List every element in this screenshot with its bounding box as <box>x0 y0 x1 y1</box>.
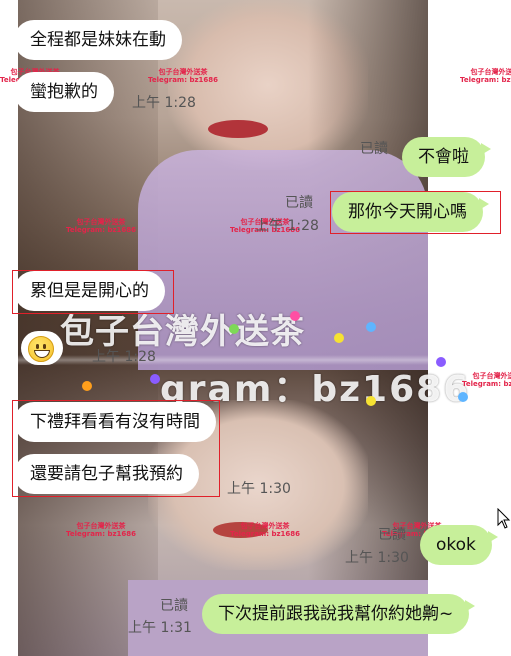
message-time: 上午 1:28 <box>132 95 196 111</box>
message-time: 上午 1:30 <box>227 481 291 497</box>
decor-dot <box>334 333 344 343</box>
incoming-message-bubble[interactable]: 全程都是妹妹在動 <box>8 20 182 60</box>
decor-dot <box>436 357 446 367</box>
outgoing-message-bubble[interactable]: okok <box>420 525 498 565</box>
watermark-small: 包子台灣外送茶Telegram: bz1686 <box>230 522 301 538</box>
watermark-small: 包子台灣外送茶Telegram: bz1686 <box>148 68 219 84</box>
highlight-box <box>330 191 501 234</box>
emoji-message-bubble[interactable] <box>21 331 63 365</box>
chat-screen: 包子台灣外送茶 gram：bz1686 包子台灣外送茶 Telegram: bz1… <box>0 0 511 656</box>
read-receipt: 已讀 <box>378 527 406 543</box>
message-time: 上午 1:28 <box>255 218 319 234</box>
watermark-small: 包子台灣外送茶Telegram: bz1686 <box>66 218 137 234</box>
watermark-small: 包子台灣外送茶Telegram: bz1686 <box>66 522 137 538</box>
watermark-small: 包子台灣外送茶Telegram: bz1686 <box>462 372 511 388</box>
message-time: 上午 1:30 <box>345 550 409 566</box>
decor-dot <box>150 374 160 384</box>
message-time: 上午 1:31 <box>128 620 192 636</box>
incoming-message-bubble[interactable]: 蠻抱歉的 <box>14 72 114 112</box>
mouse-cursor-icon <box>497 508 511 529</box>
outgoing-message-bubble[interactable]: 不會啦 <box>402 137 491 177</box>
decor-dot <box>366 322 376 332</box>
highlight-box <box>12 400 220 497</box>
read-receipt: 已讀 <box>360 141 388 157</box>
read-receipt: 已讀 <box>285 195 313 211</box>
outgoing-message-bubble[interactable]: 下次提前跟我說我幫你約她齁~ <box>202 594 476 634</box>
read-receipt: 已讀 <box>160 598 188 614</box>
decor-dot <box>366 396 376 406</box>
decor-dot <box>82 381 92 391</box>
decor-dot <box>290 311 300 321</box>
decor-dot <box>458 392 468 402</box>
message-time: 上午 1:28 <box>92 349 156 365</box>
watermark-small: 包子台灣外送茶Telegram: bz1686 <box>460 68 511 84</box>
grinning-face-icon <box>28 336 54 362</box>
decor-dot <box>229 324 239 334</box>
highlight-box <box>12 270 174 314</box>
